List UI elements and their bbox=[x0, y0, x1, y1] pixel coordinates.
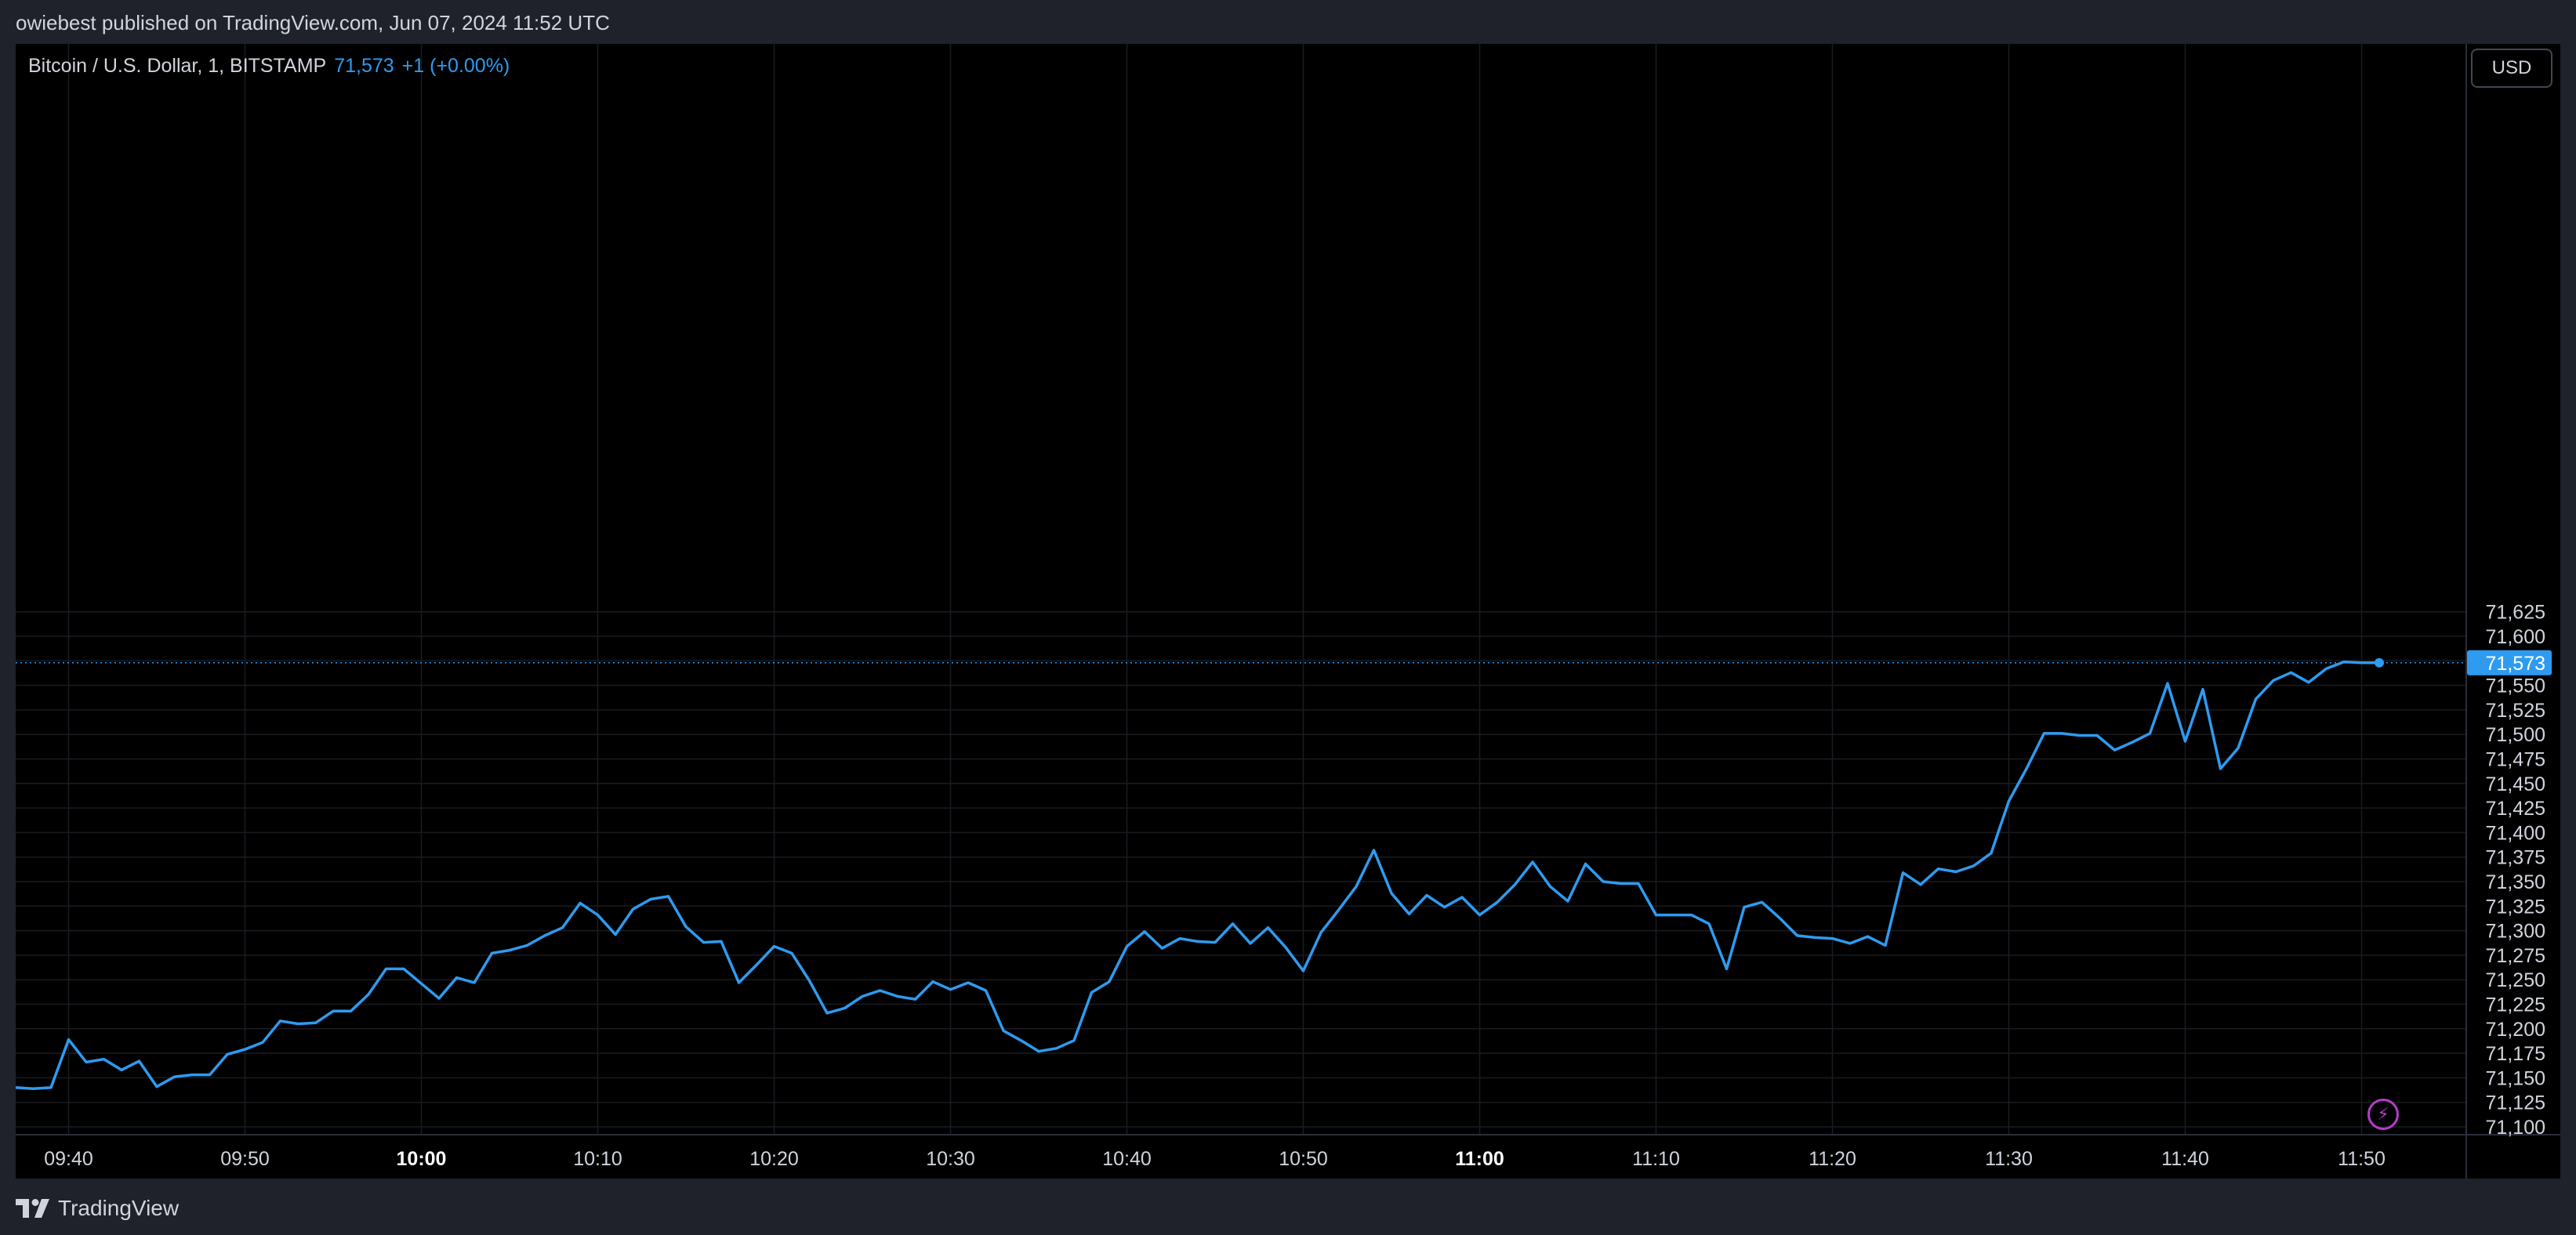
x-tick-label: 10:40 bbox=[1102, 1148, 1152, 1170]
y-tick-label: 71,275 bbox=[2486, 945, 2545, 967]
y-tick-label: 71,250 bbox=[2486, 969, 2545, 991]
lightning-alert-icon[interactable]: ⚡ bbox=[2367, 1099, 2399, 1130]
y-tick-label: 71,400 bbox=[2486, 822, 2545, 844]
symbol-legend: Bitcoin / U.S. Dollar, 1, BITSTAMP 71,573… bbox=[28, 55, 510, 78]
y-tick-label: 71,525 bbox=[2486, 700, 2545, 722]
currency-button[interactable]: USD bbox=[2471, 49, 2552, 88]
y-tick-label: 71,100 bbox=[2486, 1117, 2545, 1139]
last-price-tag-label: 71,573 bbox=[2486, 653, 2545, 675]
y-tick-label: 71,175 bbox=[2486, 1043, 2545, 1065]
price-series-line bbox=[16, 660, 2379, 1090]
legend-price: 71,573 bbox=[334, 55, 394, 77]
y-tick-label: 71,600 bbox=[2486, 626, 2545, 648]
y-tick-label: 71,125 bbox=[2486, 1092, 2545, 1114]
y-tick-label: 71,425 bbox=[2486, 798, 2545, 820]
x-tick-label: 09:50 bbox=[220, 1148, 270, 1170]
footer: TradingView bbox=[0, 1179, 2576, 1235]
y-tick-label: 71,300 bbox=[2486, 921, 2545, 943]
x-tick-label: 10:10 bbox=[573, 1148, 622, 1170]
x-tick-label: 11:20 bbox=[1809, 1148, 1856, 1170]
x-tick-label: 11:00 bbox=[1455, 1148, 1504, 1170]
tradingview-logo-icon bbox=[16, 1199, 49, 1218]
y-tick-label: 71,550 bbox=[2486, 675, 2545, 697]
x-tick-label: 10:30 bbox=[926, 1148, 975, 1170]
published-text: owiebest published on TradingView.com, J… bbox=[16, 11, 610, 34]
x-tick-label: 10:20 bbox=[749, 1148, 799, 1170]
legend-change: +1 (+0.00%) bbox=[401, 55, 510, 77]
y-tick-label: 71,225 bbox=[2486, 994, 2545, 1016]
publish-header: owiebest published on TradingView.com, J… bbox=[0, 0, 2576, 44]
y-tick-label: 71,200 bbox=[2486, 1019, 2545, 1041]
x-tick-label: 10:00 bbox=[397, 1148, 447, 1170]
x-tick-label: 11:30 bbox=[1985, 1148, 2033, 1170]
x-tick-label: 09:40 bbox=[44, 1148, 93, 1170]
y-tick-label: 71,475 bbox=[2486, 749, 2545, 771]
y-tick-label: 71,375 bbox=[2486, 847, 2545, 869]
y-tick-label: 71,500 bbox=[2486, 724, 2545, 746]
x-tick-label: 10:50 bbox=[1279, 1148, 1328, 1170]
x-tick-label: 11:10 bbox=[1632, 1148, 1680, 1170]
x-tick-label: 11:50 bbox=[2338, 1148, 2386, 1170]
y-tick-label: 71,450 bbox=[2486, 773, 2545, 795]
chart-area[interactable]: 71,100 71,125 71,150 71,175 71,200 71,225 71,2… bbox=[16, 44, 2560, 1179]
tradingview-brand-label: TradingView bbox=[58, 1196, 180, 1220]
x-tick-label: 11:40 bbox=[2161, 1148, 2209, 1170]
symbol-name: Bitcoin / U.S. Dollar, 1, BITSTAMP bbox=[28, 55, 327, 77]
y-tick-label: 71,625 bbox=[2486, 602, 2545, 624]
tradingview-logo[interactable]: TradingView bbox=[16, 1196, 179, 1221]
y-tick-label: 71,350 bbox=[2486, 871, 2545, 893]
price-chart[interactable]: 71,100 71,125 71,15071,17571,200 71,225 71,2… bbox=[16, 44, 2560, 1179]
y-tick-label: 71,325 bbox=[2486, 896, 2545, 918]
last-price-dot bbox=[2375, 657, 2384, 668]
y-tick-label: 71,150 bbox=[2486, 1067, 2545, 1089]
